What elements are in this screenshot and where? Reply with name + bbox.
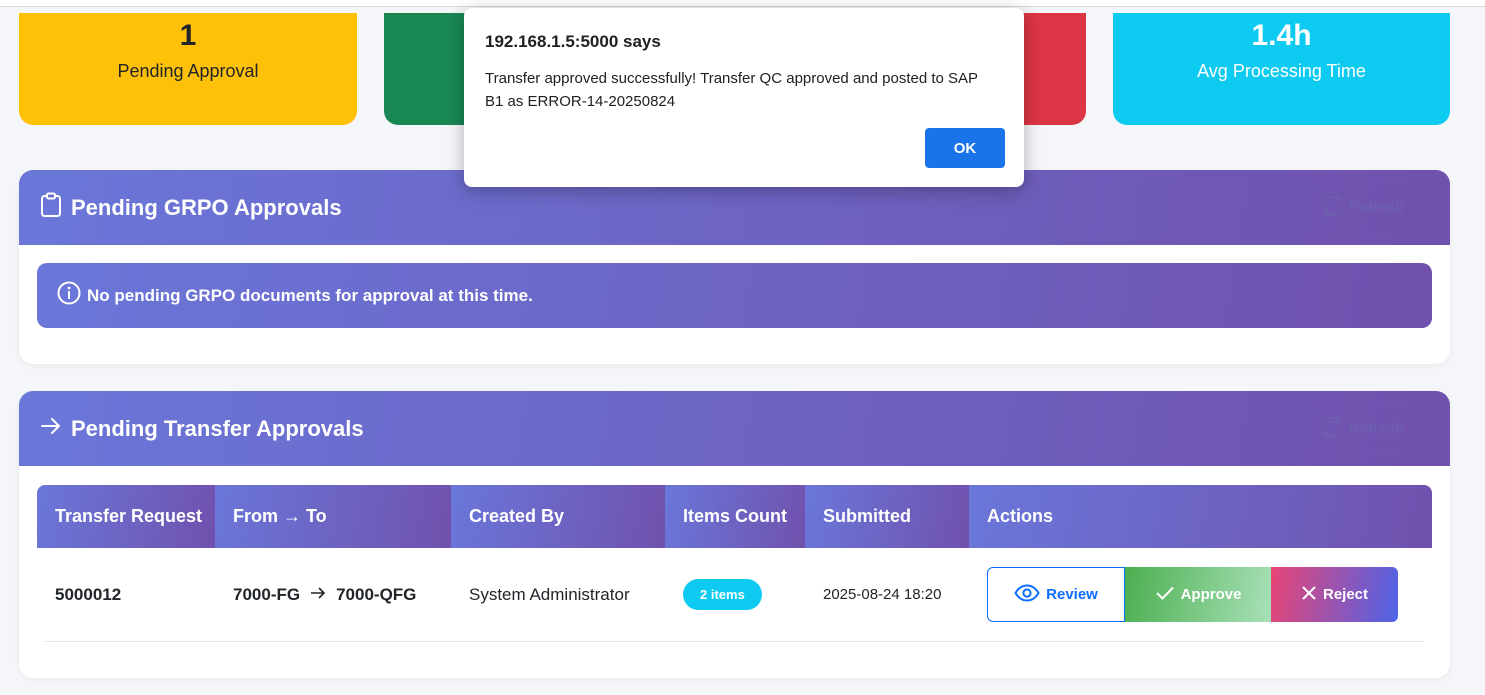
stat-value: 1 <box>179 19 197 52</box>
transfer-request-number: 5000012 <box>55 584 122 604</box>
arrow-right-icon <box>39 414 63 443</box>
stat-card-pending-approval: 1 Pending Approval <box>19 13 357 125</box>
transfer-table: Transfer Request From → To Created By It… <box>37 485 1432 642</box>
stat-label: Avg Processing Time <box>1197 61 1366 81</box>
panel-title: Pending GRPO Approvals <box>71 194 342 220</box>
dialog-message: Transfer approved successfully! Transfer… <box>485 70 978 110</box>
refresh-button[interactable]: Refresh <box>1291 180 1432 235</box>
items-count-cell: 2 items <box>665 579 805 610</box>
arrow-right-icon <box>310 585 326 605</box>
approve-label: Approve <box>1180 586 1242 603</box>
info-circle-icon <box>57 281 81 310</box>
stat-label: Pending Approval <box>117 61 259 81</box>
items-count-badge: 2 items <box>683 579 762 610</box>
column-header: Actions <box>969 485 1432 548</box>
review-button[interactable]: Review <box>987 567 1125 622</box>
pending-grpo-panel: Pending GRPO Approvals Refresh No pendin… <box>19 170 1450 364</box>
submitted-date: 2025-08-24 18:20 <box>823 586 942 603</box>
column-header: Transfer Request <box>37 485 215 548</box>
dialog-origin: 192.168.1.5:5000 says <box>485 32 661 51</box>
from-to-cell: 7000-FG 7000-QFG <box>215 585 451 605</box>
refresh-label: Refresh <box>1348 420 1405 437</box>
from-warehouse: 7000-FG <box>233 584 301 604</box>
reject-button[interactable]: Reject <box>1271 567 1398 622</box>
to-warehouse: 7000-QFG <box>336 584 417 604</box>
eye-icon <box>1014 583 1040 606</box>
panel-title: Pending Transfer Approvals <box>71 415 364 441</box>
actions-cell: Review Approve Reject <box>969 567 1409 622</box>
clipboard-icon <box>39 192 63 223</box>
alert-dialog: 192.168.1.5:5000 says Transfer approved … <box>464 8 1024 187</box>
action-button-group: Review Approve Reject <box>987 567 1409 622</box>
panel-header: Pending Transfer Approvals <box>19 391 1450 466</box>
column-header: Items Count <box>665 485 805 548</box>
refresh-icon <box>1319 193 1345 223</box>
column-header: Created By <box>451 485 665 548</box>
refresh-icon <box>1319 414 1345 444</box>
pending-transfer-panel: Pending Transfer Approvals Refresh Trans… <box>19 391 1450 678</box>
x-icon <box>1301 585 1317 605</box>
browser-top-edge <box>0 0 1485 7</box>
no-pending-alert: No pending GRPO documents for approval a… <box>37 263 1432 328</box>
table-row: 5000012 7000-FG 7000-QFG System Administ… <box>45 548 1424 642</box>
column-header: Submitted <box>805 485 969 548</box>
alert-text: No pending GRPO documents for approval a… <box>87 285 533 305</box>
column-header: From → To <box>215 485 451 548</box>
table-header: Transfer Request From → To Created By It… <box>37 485 1432 548</box>
stat-card-avg-processing-time: 1.4h Avg Processing Time <box>1113 13 1450 125</box>
ok-button[interactable]: OK <box>925 128 1005 168</box>
created-by: System Administrator <box>469 584 630 604</box>
refresh-label: Refresh <box>1348 199 1405 216</box>
refresh-button[interactable]: Refresh <box>1291 401 1432 456</box>
review-label: Review <box>1046 586 1098 603</box>
reject-label: Reject <box>1322 586 1369 603</box>
check-icon <box>1155 585 1175 605</box>
stat-value: 1.4h <box>1251 19 1312 52</box>
approve-button[interactable]: Approve <box>1125 567 1271 622</box>
